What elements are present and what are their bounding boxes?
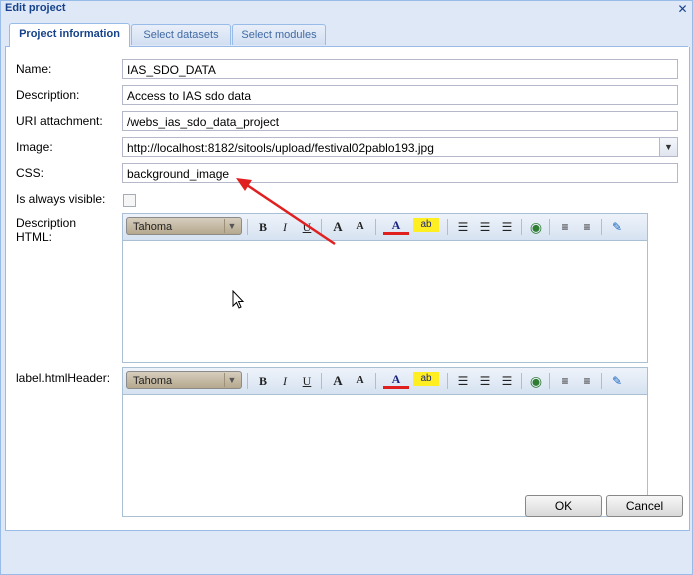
annotation-arrow-icon bbox=[236, 178, 336, 246]
mouse-cursor-icon bbox=[232, 290, 245, 309]
